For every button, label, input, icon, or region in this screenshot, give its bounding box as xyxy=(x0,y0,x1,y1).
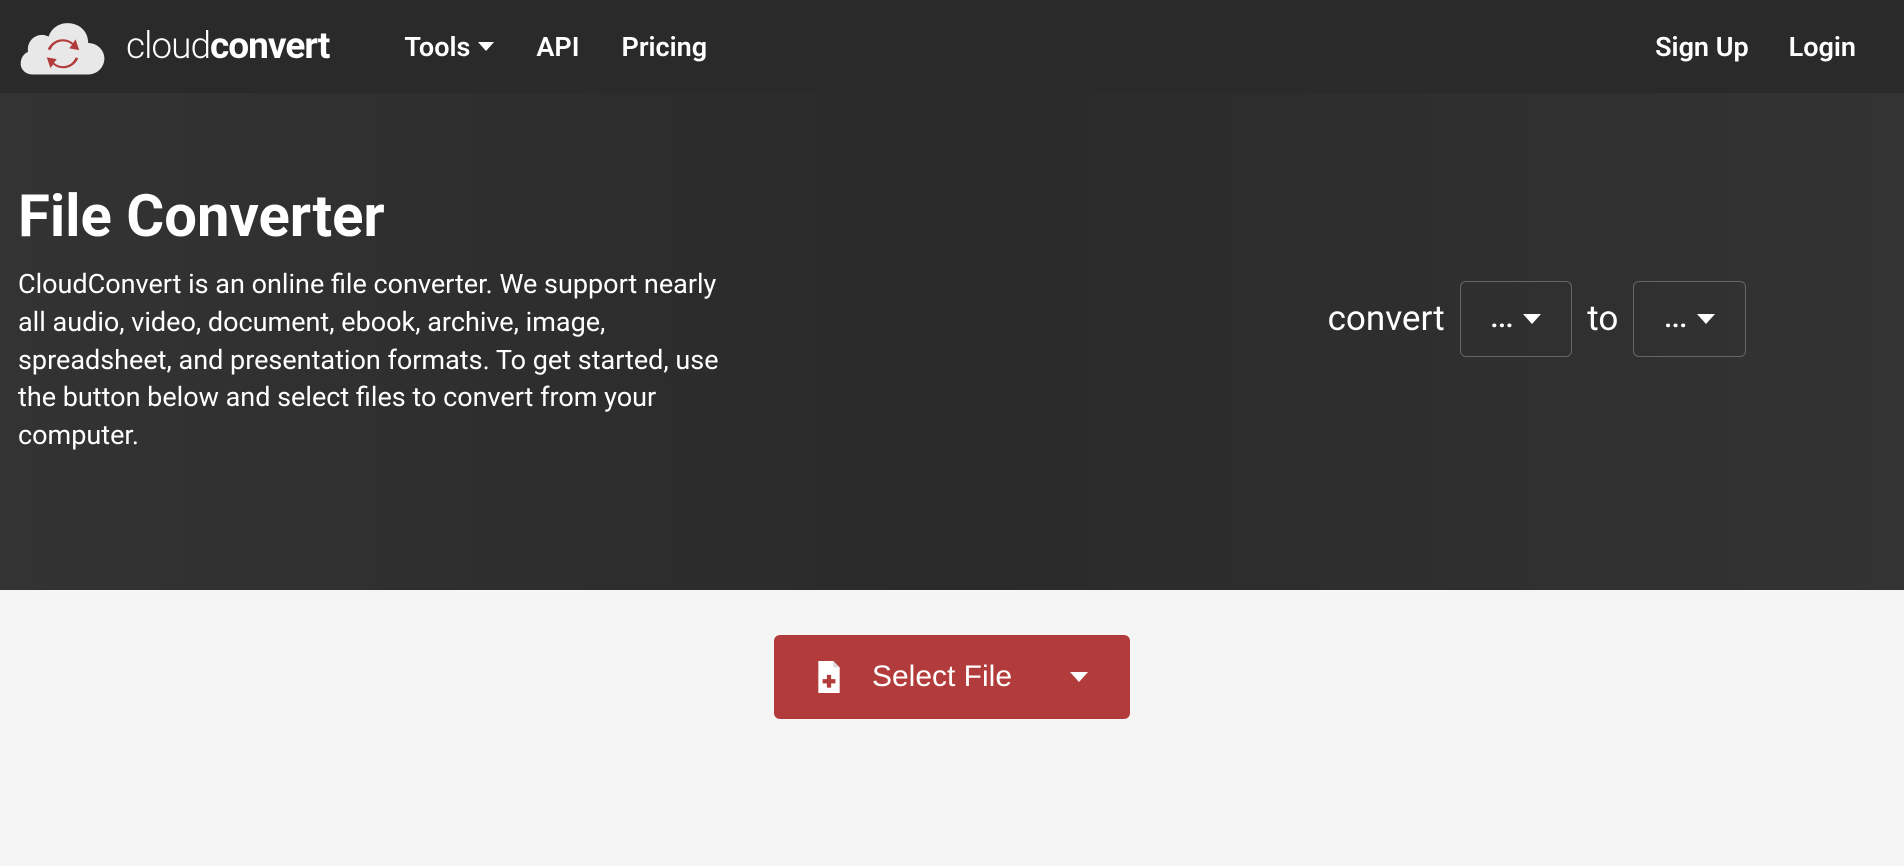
nav-api-label: API xyxy=(536,31,579,63)
chevron-down-icon xyxy=(1697,314,1715,324)
nav-tools[interactable]: Tools xyxy=(404,31,494,63)
logo-text: cloudconvert xyxy=(126,25,329,68)
to-label: to xyxy=(1587,298,1618,339)
nav-login[interactable]: Login xyxy=(1789,31,1856,63)
from-format-placeholder: ... xyxy=(1491,304,1514,334)
logo-text-light: cloud xyxy=(126,25,210,68)
nav-login-label: Login xyxy=(1789,31,1856,63)
nav-tools-label: Tools xyxy=(404,31,470,63)
chevron-down-icon xyxy=(1070,672,1088,682)
nav-signup-label: Sign Up xyxy=(1655,31,1749,63)
auth-nav: Sign Up Login xyxy=(1655,31,1856,63)
header: cloudconvert Tools API Pricing Sign Up L… xyxy=(0,0,1904,93)
select-file-button[interactable]: Select File xyxy=(774,635,1130,719)
hero-section: File Converter CloudConvert is an online… xyxy=(0,93,1904,590)
page-description: CloudConvert is an online file converter… xyxy=(18,266,748,455)
to-format-placeholder: ... xyxy=(1664,304,1687,334)
main-nav: Tools API Pricing xyxy=(404,31,707,63)
to-format-select[interactable]: ... xyxy=(1633,281,1746,357)
chevron-down-icon xyxy=(1523,314,1541,324)
nav-pricing[interactable]: Pricing xyxy=(622,31,708,63)
convert-label: convert xyxy=(1328,298,1445,339)
file-add-icon xyxy=(816,661,842,693)
page-title: File Converter xyxy=(18,183,748,251)
select-file-label: Select File xyxy=(872,660,1012,694)
cloud-logo-icon xyxy=(18,17,108,77)
select-file-section: Select File xyxy=(0,590,1904,759)
from-format-select[interactable]: ... xyxy=(1460,281,1573,357)
logo[interactable]: cloudconvert xyxy=(18,17,329,77)
hero-content: File Converter CloudConvert is an online… xyxy=(18,183,748,455)
convert-controls: convert ... to ... xyxy=(1328,281,1746,357)
nav-api[interactable]: API xyxy=(536,31,579,63)
nav-signup[interactable]: Sign Up xyxy=(1655,31,1749,63)
nav-pricing-label: Pricing xyxy=(622,31,708,63)
chevron-down-icon xyxy=(478,42,494,51)
logo-text-bold: convert xyxy=(210,25,329,68)
